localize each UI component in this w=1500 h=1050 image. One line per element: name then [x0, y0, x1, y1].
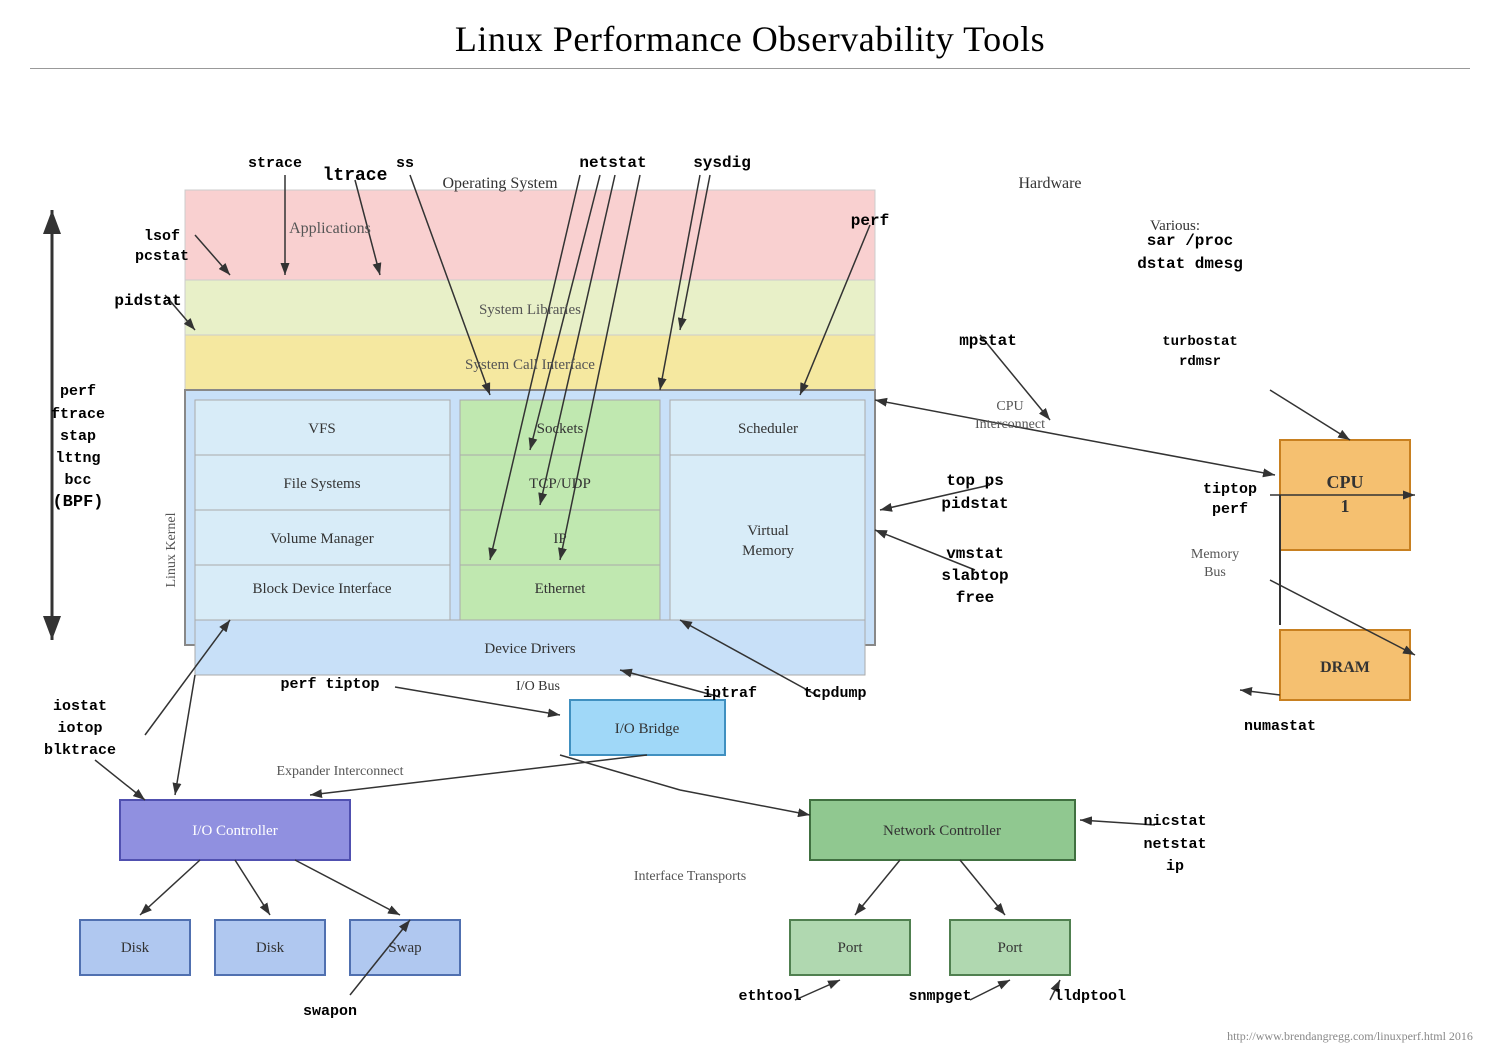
numastat-label: numastat [1244, 718, 1316, 735]
filesys-label: File Systems [283, 476, 360, 492]
cpu-num-label: 1 [1341, 496, 1350, 516]
perf-top-label: perf [851, 212, 889, 230]
cpu-interconnect-label: CPU [996, 399, 1023, 414]
syscall-label: System Call Interface [465, 357, 595, 373]
io-bridge-label: I/O Bridge [615, 721, 680, 737]
ip-label: IP [553, 531, 566, 547]
ftrace-label: ftrace [51, 406, 105, 423]
slabtop-label: slabtop [941, 567, 1008, 585]
tcpudp-label: TCP/UDP [529, 476, 591, 492]
turbostat-label: turbostat [1162, 334, 1238, 350]
topps-label: top ps [946, 472, 1004, 490]
io-bus-label: I/O Bus [516, 679, 560, 694]
sysdig-label: sysdig [693, 154, 751, 172]
title-divider [30, 68, 1470, 69]
sarpoc-label: sar /proc [1147, 232, 1233, 250]
ethernet-label: Ethernet [535, 581, 587, 597]
strace-label: strace [248, 155, 302, 172]
sockets-label: Sockets [537, 421, 584, 437]
pidstat-label: pidstat [114, 292, 181, 310]
ethtool-label: ethtool [738, 988, 801, 1005]
ss-label: ss [396, 155, 414, 172]
diagram-svg: Operating System Hardware Various: Appli… [0, 80, 1500, 1050]
free-label: free [956, 589, 994, 607]
dram-label: DRAM [1320, 659, 1370, 676]
lldptool-label: lldptool [1054, 988, 1126, 1005]
io-controller-label: I/O Controller [192, 823, 277, 839]
url-label: http://www.brendangregg.com/linuxperf.ht… [1227, 1029, 1473, 1043]
disk1-label: Disk [121, 940, 150, 956]
volmgr-label: Volume Manager [270, 531, 373, 547]
devdrv-label: Device Drivers [484, 641, 575, 657]
perf-label: perf [60, 383, 96, 400]
snmpget-label: snmpget [908, 988, 971, 1005]
lttng-label: lttng [55, 450, 100, 467]
port1-label: Port [837, 940, 863, 956]
netstat-label: netstat [579, 154, 646, 172]
nicstat-label: nicstat [1143, 813, 1206, 830]
tiptop-label: tiptop [1203, 481, 1257, 498]
hw-section-label: Hardware [1018, 175, 1081, 192]
syslibs-label: System Libraries [479, 302, 581, 318]
pcstat-label: pcstat [135, 248, 189, 265]
dstatdmesg-label: dstat dmesg [1137, 255, 1243, 273]
perf-hw-label: perf [1212, 501, 1248, 518]
iotop-label: iotop [57, 720, 102, 737]
port2-label: Port [997, 940, 1023, 956]
virmem-label: Virtual [747, 523, 789, 539]
cpu-interconnect-label2: Interconnect [975, 417, 1045, 432]
memory-bus-label: Memory [1191, 547, 1239, 562]
virmem-label2: Memory [742, 543, 794, 559]
vfs-label: VFS [308, 421, 336, 437]
interface-transports-label: Interface Transports [634, 869, 746, 884]
bcc-label: bcc [64, 472, 91, 489]
stap-label: stap [60, 428, 96, 445]
tcpdump-label: tcpdump [803, 685, 866, 702]
cpu-label: CPU [1327, 472, 1364, 492]
applications-label: Applications [289, 220, 371, 237]
blktrace-label: blktrace [44, 742, 116, 759]
netstat2-label: netstat [1143, 836, 1206, 853]
memory-bus-label2: Bus [1204, 565, 1226, 580]
swapon-label: swapon [303, 1003, 357, 1020]
ltrace-label: ltrace [323, 166, 388, 186]
iostat-label: iostat [53, 698, 107, 715]
perf-tiptop-label: perf tiptop [280, 676, 379, 693]
mpstat-label: mpstat [959, 332, 1017, 350]
vmstat-label: vmstat [946, 545, 1004, 563]
pidstat2-label: pidstat [941, 495, 1008, 513]
disk2-label: Disk [256, 940, 285, 956]
swap-label: Swap [388, 940, 421, 956]
bpf-label: (BPF) [52, 493, 103, 512]
lsof-label: lsof [144, 228, 180, 245]
os-section-label: Operating System [442, 175, 558, 192]
net-ctrl-label: Network Controller [883, 823, 1001, 839]
blkdev-label: Block Device Interface [252, 581, 391, 597]
expander-label: Expander Interconnect [276, 764, 403, 779]
ip-tool-label: ip [1166, 858, 1184, 875]
page-title: Linux Performance Observability Tools [0, 0, 1500, 68]
iptraf-label: iptraf [703, 685, 757, 702]
rdmsr-label: rdmsr [1179, 354, 1221, 370]
scheduler-label: Scheduler [738, 421, 798, 437]
diagram-area: Operating System Hardware Various: Appli… [0, 80, 1500, 1050]
linux-kernel-label: Linux Kernel [164, 512, 179, 587]
